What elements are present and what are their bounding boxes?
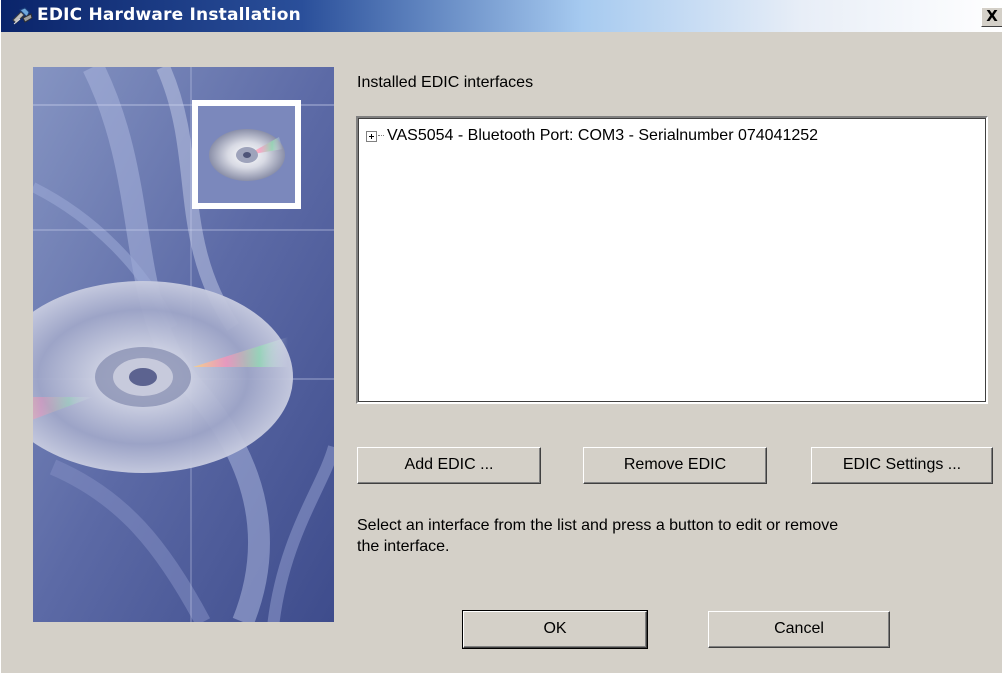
window-title: EDIC Hardware Installation bbox=[37, 5, 301, 25]
installed-interfaces-label: Installed EDIC interfaces bbox=[357, 74, 534, 91]
cancel-button[interactable]: Cancel bbox=[708, 611, 890, 648]
tree-item-vas5054[interactable]: VAS5054 - Bluetooth Port: COM3 - Serialn… bbox=[366, 126, 818, 146]
hardware-install-icon bbox=[12, 7, 33, 25]
ok-button[interactable]: OK bbox=[462, 610, 648, 649]
close-button[interactable]: X bbox=[981, 7, 1002, 27]
edic-settings-button[interactable]: EDIC Settings ... bbox=[811, 447, 993, 484]
dialog-window: EDIC Hardware Installation X Installed E… bbox=[0, 0, 1002, 673]
interfaces-tree-list[interactable]: VAS5054 - Bluetooth Port: COM3 - Serialn… bbox=[356, 116, 988, 404]
hint-line-2: the interface. bbox=[357, 538, 450, 555]
tree-item-label: VAS5054 - Bluetooth Port: COM3 - Serialn… bbox=[387, 127, 819, 144]
hint-line-1: Select an interface from the list and pr… bbox=[357, 517, 839, 534]
remove-edic-button[interactable]: Remove EDIC bbox=[583, 447, 767, 484]
title-bar[interactable]: EDIC Hardware Installation X bbox=[1, 0, 1002, 32]
cd-disc-image bbox=[33, 67, 334, 622]
tree-connector bbox=[378, 135, 384, 137]
add-edic-button[interactable]: Add EDIC ... bbox=[357, 447, 541, 484]
expand-plus-icon[interactable] bbox=[366, 130, 377, 142]
